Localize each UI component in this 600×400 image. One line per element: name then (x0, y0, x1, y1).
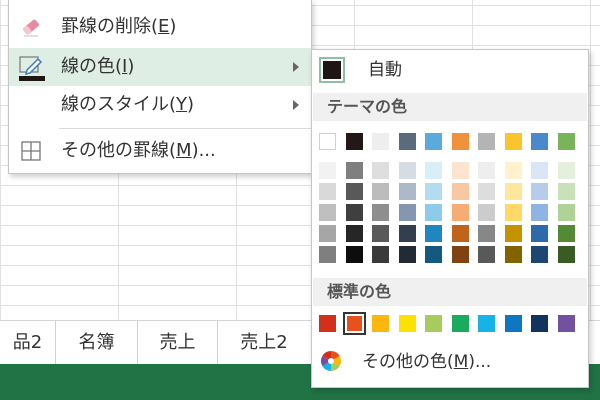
eraser-icon (19, 15, 43, 39)
theme-shade-swatch[interactable] (451, 183, 469, 200)
theme-color-swatch[interactable] (557, 133, 575, 150)
standard-color-swatch[interactable] (451, 315, 469, 332)
theme-shade-swatch[interactable] (345, 183, 363, 200)
theme-shade-swatch[interactable] (478, 183, 495, 200)
theme-shade-swatch[interactable] (398, 246, 416, 263)
pen-color-icon (19, 55, 45, 81)
theme-shade-swatch[interactable] (557, 225, 575, 242)
theme-shade-swatch[interactable] (451, 204, 469, 221)
border-menu: 罫線の削除(E) 線の色(I) 線のスタイル(Y) その他の罫線(M)... (8, 0, 312, 174)
theme-colors-heading: テーマの色 (313, 93, 587, 121)
standard-color-swatch[interactable] (504, 315, 522, 332)
standard-color-swatch[interactable] (319, 315, 336, 332)
standard-color-swatch-selected[interactable] (342, 312, 366, 335)
theme-color-swatch[interactable] (425, 133, 442, 150)
theme-shade-swatch[interactable] (504, 183, 522, 200)
chevron-right-icon (293, 62, 299, 72)
theme-shade-swatch[interactable] (398, 183, 416, 200)
theme-shade-swatch[interactable] (345, 225, 363, 242)
theme-shade-swatch[interactable] (425, 183, 442, 200)
theme-shade-swatch[interactable] (451, 162, 469, 179)
theme-shade-swatch[interactable] (478, 225, 495, 242)
theme-shade-swatch[interactable] (557, 204, 575, 221)
sheet-tab[interactable]: 売上 (138, 321, 218, 365)
sheet-tab[interactable]: 品2 (0, 321, 56, 365)
standard-color-swatch[interactable] (478, 315, 495, 332)
theme-shade-swatch[interactable] (451, 246, 469, 263)
theme-shade-swatch[interactable] (557, 246, 575, 263)
menu-item-erase-border[interactable]: 罫線の削除(E) (9, 8, 311, 46)
theme-shade-swatch[interactable] (319, 225, 336, 242)
theme-shade-swatch[interactable] (504, 225, 522, 242)
more-colors-option[interactable]: その他の色(M)... (312, 342, 588, 382)
line-color-submenu: 自動 テーマの色 標準の色 その他の色(M)... (311, 49, 589, 388)
theme-shade-swatch[interactable] (557, 183, 575, 200)
theme-shade-swatch[interactable] (451, 225, 469, 242)
theme-shade-swatch[interactable] (319, 204, 336, 221)
theme-shade-swatch[interactable] (425, 162, 442, 179)
standard-color-swatch[interactable] (531, 315, 548, 332)
theme-shade-swatch[interactable] (372, 225, 389, 242)
theme-shade-swatch[interactable] (372, 246, 389, 263)
chevron-right-icon (293, 100, 299, 110)
theme-shade-swatch[interactable] (478, 204, 495, 221)
theme-color-swatch[interactable] (504, 133, 522, 150)
menu-item-more-borders[interactable]: その他の罫線(M)... (9, 132, 311, 170)
theme-shade-swatch[interactable] (319, 183, 336, 200)
theme-shade-swatch[interactable] (398, 225, 416, 242)
theme-color-swatch[interactable] (531, 133, 548, 150)
theme-shade-swatch[interactable] (372, 204, 389, 221)
standard-color-swatch[interactable] (557, 315, 575, 332)
more-colors-label: その他の色(M)... (362, 352, 492, 372)
theme-shade-swatch[interactable] (531, 246, 548, 263)
theme-color-swatch[interactable] (451, 133, 469, 150)
sheet-tab[interactable]: 売上2 (218, 321, 310, 365)
theme-shade-swatch[interactable] (425, 225, 442, 242)
standard-color-swatch[interactable] (425, 315, 442, 332)
theme-shade-swatch[interactable] (398, 162, 416, 179)
standard-color-swatch[interactable] (398, 315, 416, 332)
theme-shade-swatch[interactable] (504, 246, 522, 263)
automatic-color-swatch (319, 57, 345, 83)
automatic-color-option[interactable]: 自動 (312, 50, 588, 90)
theme-shade-swatch[interactable] (398, 204, 416, 221)
theme-shade-swatch[interactable] (319, 246, 336, 263)
theme-shade-swatch[interactable] (478, 246, 495, 263)
theme-color-swatch[interactable] (345, 133, 363, 150)
color-wheel-icon (320, 350, 342, 372)
theme-shade-swatch[interactable] (557, 162, 575, 179)
theme-color-swatch[interactable] (319, 133, 336, 150)
standard-color-swatch[interactable] (372, 315, 389, 332)
theme-shade-swatch[interactable] (372, 183, 389, 200)
standard-colors-heading: 標準の色 (313, 278, 587, 306)
theme-shade-swatch[interactable] (531, 183, 548, 200)
menu-item-line-color[interactable]: 線の色(I) (9, 48, 311, 86)
theme-shade-swatch[interactable] (531, 225, 548, 242)
theme-color-swatch[interactable] (398, 133, 416, 150)
menu-item-line-style[interactable]: 線のスタイル(Y) (9, 86, 311, 124)
borders-grid-icon (19, 139, 43, 163)
theme-shade-swatch[interactable] (345, 162, 363, 179)
menu-divider (59, 128, 311, 129)
theme-shade-swatch[interactable] (478, 162, 495, 179)
theme-shade-swatch[interactable] (372, 162, 389, 179)
automatic-color-label: 自動 (368, 60, 402, 80)
theme-shade-swatch[interactable] (531, 162, 548, 179)
theme-shade-swatch[interactable] (345, 246, 363, 263)
theme-color-swatch[interactable] (372, 133, 389, 150)
theme-shade-swatch[interactable] (425, 204, 442, 221)
theme-color-swatch[interactable] (478, 133, 495, 150)
sheet-tab[interactable]: 名簿 (56, 321, 138, 365)
theme-shade-swatch[interactable] (345, 204, 363, 221)
theme-shade-swatch[interactable] (504, 162, 522, 179)
theme-shade-swatch[interactable] (504, 204, 522, 221)
theme-shade-swatch[interactable] (531, 204, 548, 221)
theme-shade-swatch[interactable] (425, 246, 442, 263)
theme-shade-swatch[interactable] (319, 162, 336, 179)
